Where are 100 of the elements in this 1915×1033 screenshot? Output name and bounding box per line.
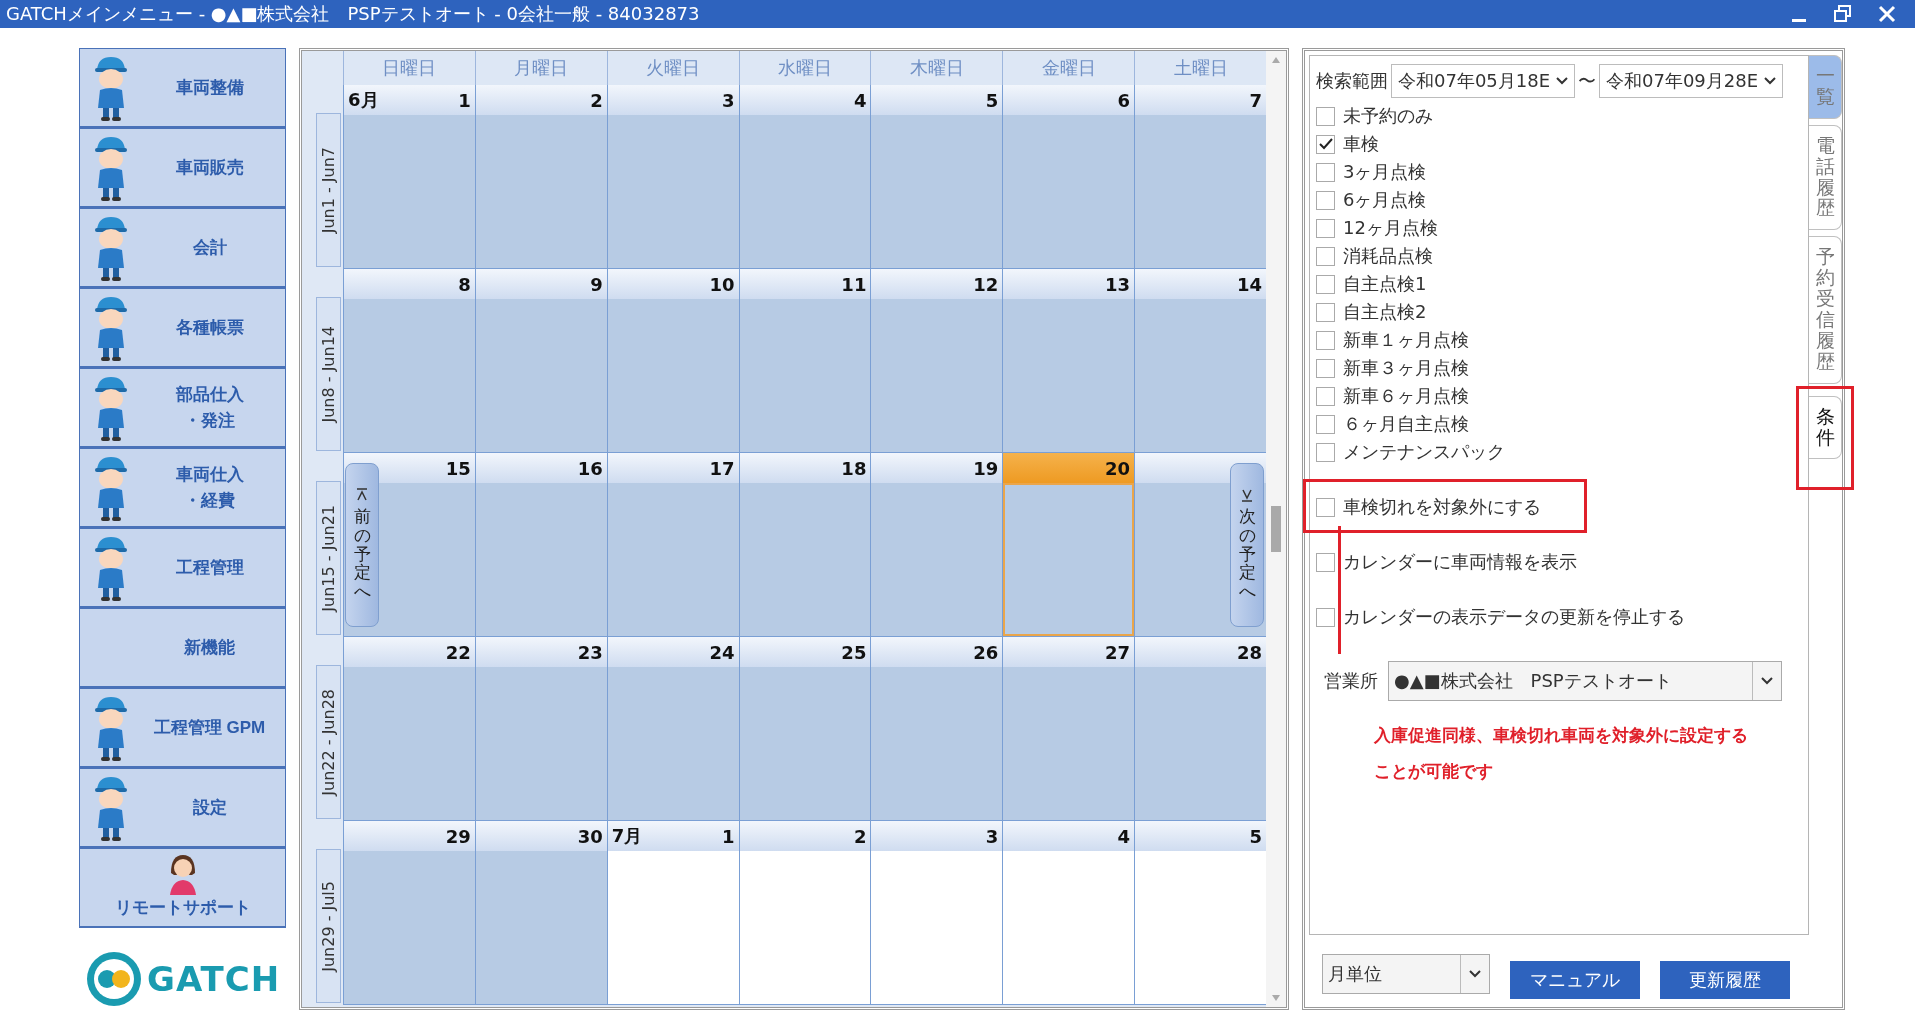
day-cell[interactable]: 26 xyxy=(870,637,1003,821)
day-cell[interactable]: 3 xyxy=(870,821,1003,1005)
next-button[interactable]: 次の予定へ xyxy=(1230,463,1264,627)
day-number: 24 xyxy=(709,641,735,663)
checkbox-label: メンテナンスパック xyxy=(1343,440,1505,464)
date-field[interactable]: 令和07年05月18E xyxy=(1391,64,1575,98)
day-cell[interactable]: 8 xyxy=(343,269,475,453)
menu-button[interactable]: 部品仕入 ・発注 xyxy=(79,368,286,448)
side-tab[interactable]: 条件 xyxy=(1809,395,1842,460)
checkbox[interactable] xyxy=(1316,134,1335,154)
menu-button[interactable]: 工程管理 xyxy=(79,528,286,608)
month-label: 6月 xyxy=(348,89,379,110)
day-cell[interactable]: 20 xyxy=(1002,453,1135,637)
scroll-down-icon[interactable] xyxy=(1272,995,1280,1001)
day-cell[interactable]: 2 xyxy=(738,821,871,1005)
day-cell[interactable]: 24 xyxy=(606,637,739,821)
action-button[interactable]: 更新履歴 xyxy=(1660,961,1790,999)
action-button[interactable]: マニュアル xyxy=(1510,961,1640,999)
side-tab[interactable]: 予約受信履歴 xyxy=(1809,236,1842,384)
day-number: 7 xyxy=(1249,89,1262,111)
checkbox[interactable] xyxy=(1316,497,1335,517)
menu-button[interactable]: 会計 xyxy=(79,208,286,288)
date-field[interactable]: 令和07年09月28E xyxy=(1599,64,1783,98)
day-cell[interactable]: 19 xyxy=(870,453,1003,637)
day-cell[interactable]: 18 xyxy=(738,453,871,637)
checkbox[interactable] xyxy=(1316,358,1335,378)
day-number: 20 xyxy=(1105,457,1131,479)
menu-button[interactable]: 新機能 xyxy=(79,608,286,688)
day-cell[interactable]: 5 xyxy=(1134,821,1266,1005)
office-select[interactable]: ●▲■株式会社 PSPテストオート xyxy=(1388,661,1782,701)
menu-button[interactable]: 工程管理 GPM xyxy=(79,688,286,768)
chevron-icon xyxy=(1469,970,1481,978)
day-cell[interactable]: 23 xyxy=(474,637,607,821)
restore-icon xyxy=(1834,5,1852,23)
menu-button[interactable]: 各種帳票 xyxy=(79,288,286,368)
day-number: 22 xyxy=(445,641,471,663)
checkbox[interactable] xyxy=(1316,386,1335,406)
checkbox-label: 車検 xyxy=(1343,132,1379,156)
checkbox-label: 未予約のみ xyxy=(1343,104,1433,128)
day-cell[interactable]: 12 xyxy=(870,269,1003,453)
day-number: 19 xyxy=(973,457,999,479)
day-cell[interactable]: 7 xyxy=(1134,85,1266,269)
down-arrow-icon xyxy=(1241,488,1253,503)
checkbox[interactable] xyxy=(1316,414,1335,434)
day-number: 12 xyxy=(973,273,999,295)
menu-button[interactable]: 設定 xyxy=(79,768,286,848)
day-cell[interactable]: 14 xyxy=(1134,269,1266,453)
menu-button[interactable]: 車両販売 xyxy=(79,128,286,208)
day-cell[interactable]: 3 xyxy=(606,85,739,269)
checkbox-label: ６ヶ月自主点検 xyxy=(1343,412,1469,436)
day-cell[interactable]: 6 xyxy=(1002,85,1135,269)
logo-icon xyxy=(85,950,143,1008)
day-cell[interactable]: 7月 1 xyxy=(606,821,739,1005)
scroll-up-icon[interactable] xyxy=(1272,57,1280,63)
day-cell[interactable]: 16 xyxy=(474,453,607,637)
day-cell[interactable]: 22 xyxy=(343,637,475,821)
day-number: 15 xyxy=(445,457,471,479)
previous-button[interactable]: 前の予定へ xyxy=(345,463,379,627)
checkbox-label: 新車６ヶ月点検 xyxy=(1343,384,1469,408)
checkbox[interactable] xyxy=(1316,302,1335,322)
checkbox-label: 6ヶ月点検 xyxy=(1343,188,1427,212)
day-cell[interactable]: 25 xyxy=(738,637,871,821)
day-cell[interactable]: 9 xyxy=(474,269,607,453)
day-cell[interactable]: 29 xyxy=(343,821,475,1005)
checkbox[interactable] xyxy=(1316,442,1335,462)
day-cell[interactable]: 4 xyxy=(738,85,871,269)
menu-button[interactable]: 車両整備 xyxy=(79,48,286,128)
checkbox[interactable] xyxy=(1316,274,1335,294)
day-number: 16 xyxy=(577,457,603,479)
day-cell[interactable]: 4 xyxy=(1002,821,1135,1005)
checkbox[interactable] xyxy=(1316,607,1335,627)
menu-button[interactable]: リモートサポート xyxy=(79,848,286,928)
scrollbar-thumb[interactable] xyxy=(1271,506,1281,552)
day-cell[interactable]: 13 xyxy=(1002,269,1135,453)
day-cell[interactable]: 2 xyxy=(474,85,607,269)
checkbox[interactable] xyxy=(1316,162,1335,182)
day-cell[interactable]: 6月 1 xyxy=(343,85,475,269)
period-select[interactable]: 月単位 xyxy=(1322,954,1490,994)
day-number: 6 xyxy=(1117,89,1131,111)
day-cell[interactable]: 17 xyxy=(606,453,739,637)
checkbox-label: 自主点検1 xyxy=(1343,272,1427,296)
checkbox[interactable] xyxy=(1316,218,1335,238)
checkbox[interactable] xyxy=(1316,106,1335,126)
day-cell[interactable]: 28 xyxy=(1134,637,1266,821)
side-tab[interactable]: 電話履歴 xyxy=(1809,124,1842,231)
day-cell[interactable]: 27 xyxy=(1002,637,1135,821)
week-label: Jun29 - Jul5 xyxy=(316,849,341,1003)
checkbox[interactable] xyxy=(1316,552,1335,572)
day-cell[interactable]: 11 xyxy=(738,269,871,453)
day-cell[interactable]: 30 xyxy=(474,821,607,1005)
day-number: 30 xyxy=(577,825,603,847)
day-number: 3 xyxy=(985,825,999,847)
checkbox[interactable] xyxy=(1316,246,1335,266)
day-cell[interactable]: 5 xyxy=(870,85,1003,269)
logo-text: GATCH xyxy=(147,959,281,999)
day-cell[interactable]: 10 xyxy=(606,269,739,453)
checkbox[interactable] xyxy=(1316,190,1335,210)
menu-button[interactable]: 車両仕入 ・経費 xyxy=(79,448,286,528)
scrollbar[interactable] xyxy=(1266,51,1286,1007)
checkbox[interactable] xyxy=(1316,330,1335,350)
